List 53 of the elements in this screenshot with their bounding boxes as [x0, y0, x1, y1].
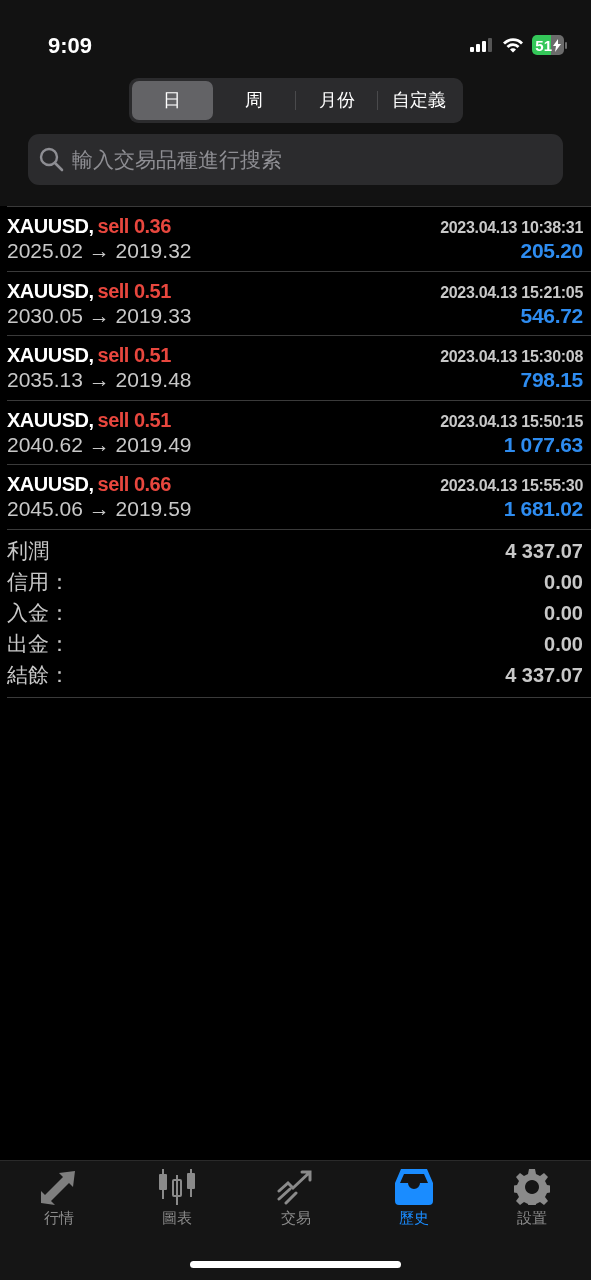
summary-value: 0.00 — [544, 632, 583, 657]
price-text: 2045.06 → 2019.59 — [7, 496, 192, 522]
price-text: 2035.13 → 2019.48 — [7, 367, 192, 393]
profit-value: 205.20 — [520, 238, 583, 264]
summary-label: 利潤 — [7, 538, 49, 565]
summary-label: 結餘： — [7, 662, 70, 689]
status-time: 9:09 — [48, 31, 93, 60]
trade-time: 2023.04.13 15:50:15 — [440, 411, 583, 431]
summary-label: 入金： — [7, 600, 70, 627]
order-text: sell 0.36 — [97, 214, 171, 239]
signal-icon — [470, 38, 495, 52]
symbol-text: XAUUSD, — [7, 278, 94, 303]
nav-tab[interactable]: 歷史 — [354, 1161, 473, 1231]
symbol-text: XAUUSD, — [7, 472, 94, 497]
nav-tab[interactable]: 交易 — [236, 1161, 355, 1231]
period-tab[interactable]: 周 — [213, 81, 295, 120]
trade-time: 2023.04.13 15:55:30 — [440, 476, 583, 496]
order-text: sell 0.51 — [97, 407, 171, 432]
tray-icon — [394, 1169, 433, 1205]
summary-value: 4 337.07 — [505, 663, 583, 688]
settings-icon — [513, 1169, 550, 1205]
battery-icon: 51 — [532, 35, 567, 55]
trade-time: 2023.04.13 15:21:05 — [440, 282, 583, 302]
nav-tab[interactable]: 行情 — [0, 1161, 119, 1231]
period-tab[interactable]: 自定義 — [378, 81, 460, 120]
profit-value: 1 681.02 — [503, 496, 583, 522]
period-tab[interactable]: 日 — [131, 81, 213, 120]
price-text: 2030.05 → 2019.33 — [7, 302, 192, 328]
candlestick-icon — [157, 1169, 198, 1205]
symbol-text: XAUUSD, — [7, 214, 94, 239]
summary-value: 0.00 — [544, 570, 583, 595]
symbol-text: XAUUSD, — [7, 343, 94, 368]
profit-value: 1 077.63 — [503, 431, 583, 457]
nav-tab[interactable]: 圖表 — [118, 1161, 237, 1231]
trade-time: 2023.04.13 15:30:08 — [440, 347, 583, 367]
price-text: 2025.02 → 2019.32 — [7, 238, 192, 264]
trade-time: 2023.04.13 10:38:31 — [440, 218, 583, 238]
summary-label: 信用： — [7, 569, 70, 596]
profit-value: 546.72 — [520, 302, 583, 328]
summary-value: 0.00 — [544, 601, 583, 626]
summary-label: 出金： — [7, 631, 70, 658]
search-icon — [38, 146, 64, 172]
order-text: sell 0.51 — [97, 343, 171, 368]
wifi-icon — [502, 37, 525, 53]
search-field[interactable]: 輸入交易品種進行搜索 — [28, 134, 563, 185]
nav-tab[interactable]: 設置 — [472, 1161, 591, 1231]
summary-value: 4 337.07 — [505, 539, 583, 564]
period-tab[interactable]: 月份 — [296, 81, 378, 120]
symbol-text: XAUUSD, — [7, 407, 94, 432]
order-text: sell 0.66 — [97, 472, 171, 497]
profit-value: 798.15 — [520, 367, 583, 393]
price-text: 2040.62 → 2019.49 — [7, 431, 192, 457]
order-text: sell 0.51 — [97, 278, 171, 303]
